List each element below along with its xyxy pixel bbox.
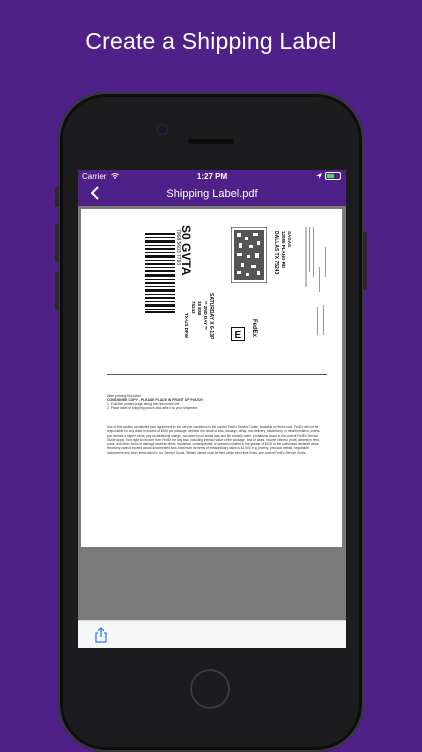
front-camera [158, 125, 167, 134]
volume-down-button [55, 272, 59, 310]
battery-icon [325, 172, 341, 180]
recipient-name: SAGAS [287, 231, 292, 248]
recipient-city: DALLAS TX 75243 [273, 231, 279, 275]
instructions: After printing this label: CONSIGNEE COP… [107, 394, 327, 410]
bottom-toolbar [78, 620, 346, 648]
terms-text: Use of this system constitutes your agre… [107, 425, 320, 455]
power-button [363, 232, 367, 290]
svg-text:E: E [235, 330, 242, 341]
tracking-number: 7968 5603 7793 [175, 229, 181, 266]
location-icon [316, 173, 322, 179]
home-button[interactable] [190, 669, 230, 709]
route-code: S0 GVTA [179, 225, 193, 276]
phone-frame: Carrier 1:27 PM Shipping Label.pdf S0 GV… [55, 92, 367, 752]
fold-line [107, 374, 327, 375]
screen: Carrier 1:27 PM Shipping Label.pdf S0 GV… [78, 170, 346, 648]
express-box-icon: E [231, 327, 245, 341]
shipper-block [303, 227, 331, 337]
instruction-line-4: 2. Place label in shipping pouch and aff… [107, 406, 198, 410]
route-zip: 75243 [191, 301, 196, 314]
share-icon [95, 627, 107, 643]
fedex-logo: FedEx [251, 319, 257, 338]
clock: 1:27 PM [196, 172, 228, 181]
status-bar: Carrier 1:27 PM [78, 170, 346, 184]
nav-title: Shipping Label.pdf [166, 188, 258, 200]
barcode [145, 233, 175, 313]
share-button[interactable] [93, 627, 109, 643]
delivery-code: 38 E88 [197, 301, 202, 316]
headline: Create a Shipping Label [85, 28, 337, 54]
status-right [316, 172, 341, 180]
origin-code: TX-US DFW [184, 313, 189, 338]
qr-code [231, 227, 267, 283]
volume-up-button [55, 224, 59, 262]
nav-bar: Shipping Label.pdf [78, 184, 346, 206]
pdf-viewer[interactable]: S0 GVTA 7968 5603 7793 SATURDAY X 6-13P … [78, 206, 346, 620]
pdf-page: S0 GVTA 7968 5603 7793 SATURDAY X 6-13P … [81, 209, 342, 547]
delivery-service: ** 2ND DAY ** [203, 301, 208, 330]
delivery-day: SATURDAY X 6-13P [208, 293, 214, 340]
earpiece-speaker [188, 139, 234, 144]
mute-switch [55, 187, 59, 207]
recipient-street: 12086 PLANO RD [281, 231, 286, 269]
